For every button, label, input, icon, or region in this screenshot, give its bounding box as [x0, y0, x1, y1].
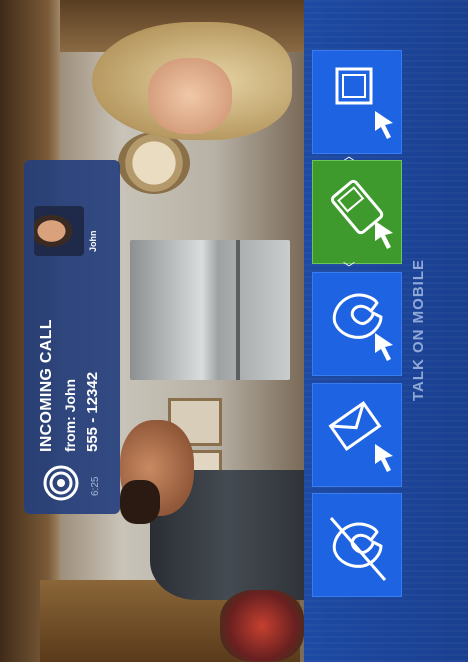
- panel-label: TALK ON MOBILE: [410, 258, 427, 402]
- flower-plant: [220, 590, 304, 662]
- stop-square-icon: [335, 67, 393, 139]
- stop-button[interactable]: [312, 50, 402, 154]
- envelope-icon: [328, 400, 393, 472]
- refrigerator-split: [236, 240, 240, 380]
- wall-clock: [118, 132, 190, 194]
- person-man-hair: [120, 480, 160, 524]
- mobile-transfer-button[interactable]: [312, 160, 402, 264]
- caller-phone-number: 555 - 12342: [84, 371, 101, 452]
- person-woman-face: [148, 58, 232, 134]
- end-call-icon: [329, 517, 387, 581]
- caller-from: from: John: [62, 378, 78, 452]
- notification-title: INCOMING CALL: [38, 319, 55, 452]
- end-call-button[interactable]: [312, 493, 402, 597]
- refrigerator: [130, 240, 290, 380]
- caller-avatar: [34, 206, 84, 256]
- message-button[interactable]: [312, 383, 402, 487]
- mobile-phone-icon: [330, 179, 393, 249]
- call-time: 6:25: [90, 476, 101, 496]
- notification-content: 6:25 INCOMING CALL from: John 555 - 1234…: [24, 160, 120, 514]
- incoming-call-notification[interactable]: 6:25 INCOMING CALL from: John 555 - 1234…: [24, 160, 120, 514]
- phone-handset-icon: [332, 293, 393, 361]
- answer-call-button[interactable]: [312, 272, 402, 376]
- caller-name: John: [88, 230, 98, 253]
- ring-signal-icon: [43, 465, 79, 501]
